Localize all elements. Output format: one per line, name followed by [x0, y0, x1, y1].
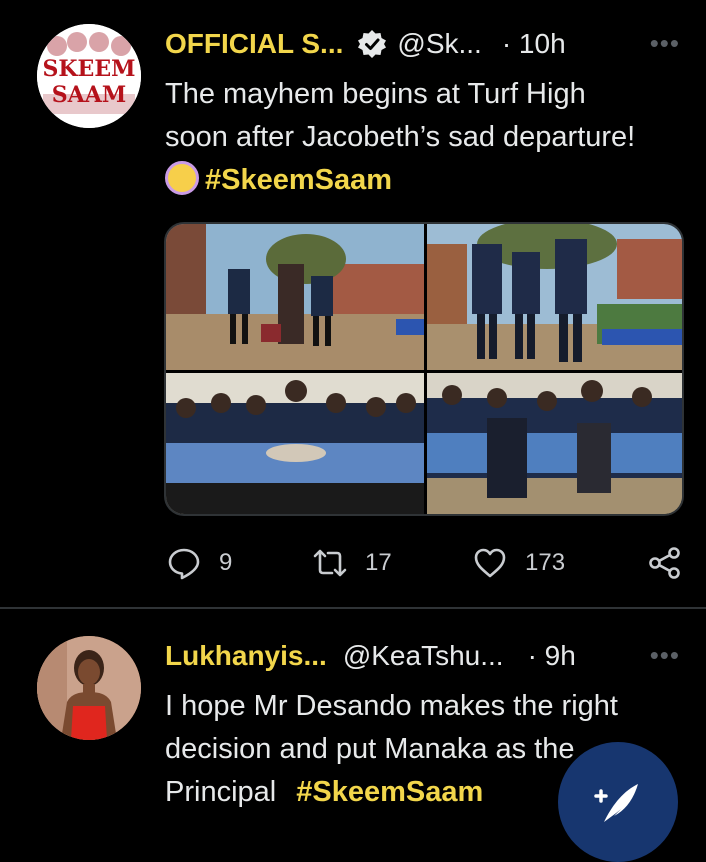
- tweet[interactable]: SKEEM SAAM OFFICIAL S... @Sk... · 10h ••…: [0, 0, 706, 608]
- retweet-button[interactable]: 17: [313, 546, 392, 580]
- tweet-text: The mayhem begins at Turf High soon afte…: [165, 73, 695, 202]
- verified-badge-icon: [357, 29, 387, 59]
- avatar-logo-text-top: SKEEM: [43, 56, 136, 82]
- share-icon: [649, 547, 680, 579]
- tweet-text-line: I hope Mr Desando makes the right: [165, 690, 618, 722]
- like-count: 173: [525, 549, 566, 576]
- avatar-logo-text-bottom: SAAM: [52, 82, 126, 108]
- retweet-icon: [313, 549, 347, 577]
- media-photo-4[interactable]: [427, 373, 682, 514]
- display-name[interactable]: OFFICIAL S...: [165, 28, 343, 60]
- user-handle[interactable]: @KeaTshu...: [343, 640, 504, 672]
- hashtag-link[interactable]: #SkeemSaam: [205, 164, 392, 196]
- compose-tweet-icon: [594, 784, 638, 822]
- compose-tweet-button[interactable]: [558, 742, 678, 862]
- tweet-text-line: soon after Jacobeth’s sad departure!: [165, 121, 636, 153]
- more-options-icon[interactable]: •••: [650, 640, 680, 671]
- share-button[interactable]: [648, 546, 700, 580]
- hashtag-link[interactable]: #SkeemSaam: [296, 776, 483, 808]
- person-emoji-icon: [165, 161, 199, 195]
- reply-button[interactable]: 9: [167, 546, 232, 580]
- tweet-text-line: Principal: [165, 776, 277, 808]
- reply-count: 9: [219, 549, 233, 576]
- more-options-icon[interactable]: •••: [650, 28, 680, 59]
- tweet-header: OFFICIAL S... @Sk... · 10h: [165, 28, 566, 60]
- media-photo-2[interactable]: [427, 224, 682, 370]
- like-button[interactable]: 173: [473, 546, 565, 580]
- avatar[interactable]: SKEEM SAAM: [37, 24, 141, 128]
- user-handle[interactable]: @Sk...: [397, 28, 481, 60]
- tweet-header: Lukhanyis... @KeaTshu... · 9h: [165, 640, 576, 672]
- tweet-time[interactable]: · 10h: [502, 28, 566, 60]
- retweet-count: 17: [365, 549, 392, 576]
- heart-icon: [474, 548, 506, 578]
- media-photo-3[interactable]: [166, 373, 424, 514]
- media-grid[interactable]: [164, 222, 684, 516]
- tweet-time[interactable]: · 9h: [528, 640, 576, 672]
- avatar[interactable]: [37, 636, 141, 740]
- reply-icon: [168, 548, 200, 580]
- display-name[interactable]: Lukhanyis...: [165, 640, 327, 672]
- media-photo-1[interactable]: [166, 224, 424, 370]
- tweet-actions: 9 17 173: [0, 540, 706, 588]
- tweet-text-line: The mayhem begins at Turf High: [165, 78, 586, 110]
